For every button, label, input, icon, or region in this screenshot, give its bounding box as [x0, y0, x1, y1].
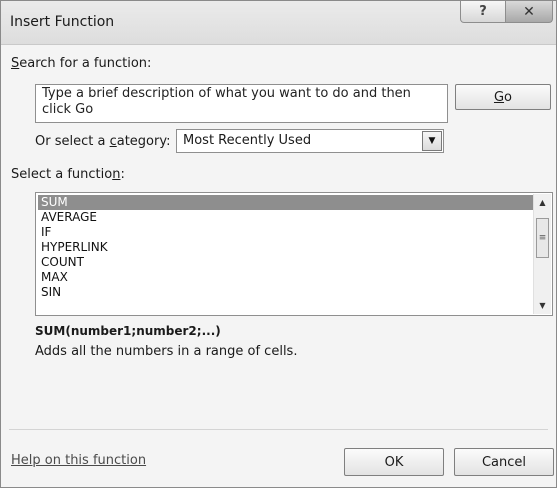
function-item-average[interactable]: AVERAGE	[38, 210, 533, 225]
insert-function-dialog: Insert Function ? ✕ Search for a functio…	[0, 0, 557, 488]
function-item-sum[interactable]: SUM	[38, 195, 533, 210]
dialog-title: Insert Function	[10, 14, 115, 30]
grip-icon: ≡	[538, 233, 547, 243]
function-item-hyperlink[interactable]: HYPERLINK	[38, 240, 533, 255]
scroll-thumb[interactable]: ≡	[536, 218, 549, 258]
chevron-down-icon[interactable]: ▼	[422, 131, 442, 151]
ok-button[interactable]: OK	[344, 448, 444, 476]
close-button[interactable]: ✕	[505, 1, 553, 23]
function-list-label: Select a function:	[11, 167, 125, 182]
help-icon: ?	[479, 4, 487, 19]
function-signature: SUM(number1;number2;...)	[35, 324, 221, 338]
close-icon: ✕	[523, 3, 535, 20]
go-button[interactable]: Go	[455, 84, 551, 110]
function-item-if[interactable]: IF	[38, 225, 533, 240]
function-item-count[interactable]: COUNT	[38, 255, 533, 270]
category-select[interactable]: Most Recently Used ▼	[176, 129, 444, 153]
function-item-sin[interactable]: SIN	[38, 285, 533, 300]
function-description: Adds all the numbers in a range of cells…	[35, 344, 298, 359]
help-on-function-link[interactable]: Help on this function	[11, 453, 146, 468]
function-items: SUM AVERAGE IF HYPERLINK COUNT MAX SIN	[38, 195, 533, 300]
search-label: Search for a function:	[11, 56, 152, 71]
function-list[interactable]: SUM AVERAGE IF HYPERLINK COUNT MAX SIN ▲ ≡ ▼	[35, 192, 553, 316]
scroll-down-icon[interactable]: ▼	[534, 297, 551, 314]
help-button[interactable]: ?	[460, 1, 506, 23]
category-value: Most Recently Used	[183, 133, 312, 148]
category-label: Or select a category:	[35, 134, 171, 149]
search-input[interactable]: Type a brief description of what you wan…	[35, 84, 448, 123]
footer-divider	[9, 429, 548, 430]
vertical-scrollbar[interactable]: ▲ ≡ ▼	[533, 194, 551, 314]
function-item-max[interactable]: MAX	[38, 270, 533, 285]
title-bar: Insert Function ? ✕	[1, 1, 556, 45]
cancel-button[interactable]: Cancel	[454, 448, 554, 476]
scroll-up-icon[interactable]: ▲	[534, 194, 551, 211]
